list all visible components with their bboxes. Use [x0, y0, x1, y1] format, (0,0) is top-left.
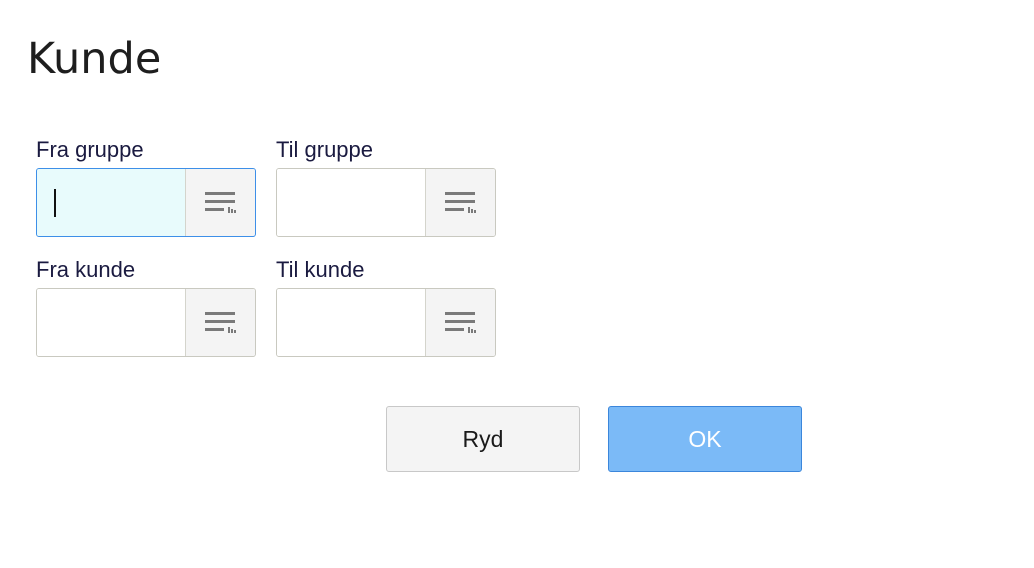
to-group-box [276, 168, 496, 237]
to-group-lookup-button[interactable] [425, 169, 495, 236]
to-customer-lookup-button[interactable] [425, 289, 495, 356]
from-group-label: Fra gruppe [36, 137, 144, 162]
from-customer-lookup-button[interactable] [185, 289, 255, 356]
to-group-field: Til gruppe [276, 136, 496, 237]
to-group-input[interactable] [277, 169, 425, 236]
from-customer-input[interactable] [37, 289, 185, 356]
to-customer-label: Til kunde [276, 257, 365, 282]
text-cursor [54, 189, 56, 217]
list-lookup-icon [444, 311, 476, 333]
from-group-lookup-button[interactable] [185, 169, 255, 236]
ok-button[interactable]: OK [608, 406, 802, 472]
list-lookup-icon [204, 311, 236, 333]
list-lookup-icon [204, 191, 236, 213]
from-group-input[interactable] [37, 169, 185, 236]
from-customer-label: Fra kunde [36, 257, 136, 282]
to-customer-field: Til kunde [276, 256, 496, 357]
list-lookup-icon [444, 191, 476, 213]
from-customer-box [36, 288, 256, 357]
from-group-box [36, 168, 256, 237]
to-customer-box [276, 288, 496, 357]
from-group-field: Fra gruppe [36, 136, 256, 237]
from-customer-field: Fra kunde [36, 256, 256, 357]
to-group-label: Til gruppe [276, 137, 374, 162]
clear-button[interactable]: Ryd [386, 406, 580, 472]
to-customer-input[interactable] [277, 289, 425, 356]
page-title: Kunde [27, 34, 162, 84]
